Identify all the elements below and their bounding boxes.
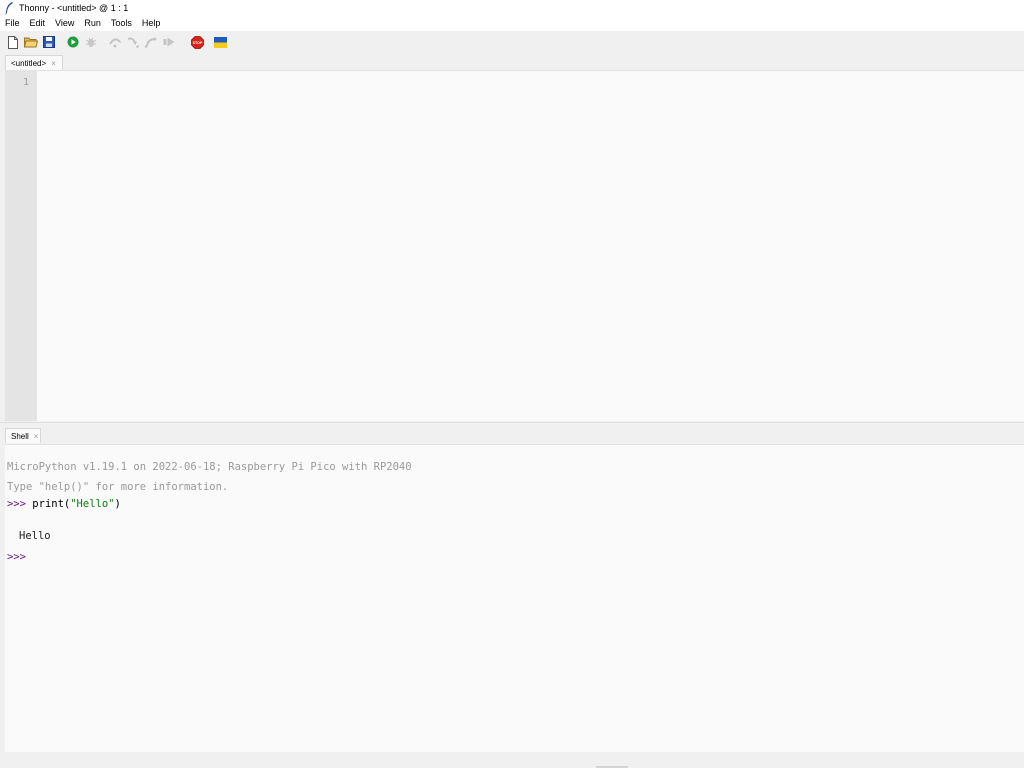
new-file-button[interactable] bbox=[5, 34, 21, 50]
shell-help-hint: Type "help()" for more information. bbox=[7, 481, 229, 493]
tab-label: Shell bbox=[11, 431, 29, 441]
status-bar bbox=[0, 752, 1024, 768]
menu-file[interactable]: File bbox=[0, 16, 25, 31]
thonny-logo-icon bbox=[5, 2, 13, 15]
support-ukraine-button[interactable] bbox=[212, 34, 228, 50]
shell-input-prompt[interactable]: >>> bbox=[7, 551, 26, 563]
close-icon[interactable]: × bbox=[51, 59, 56, 68]
resume-icon bbox=[163, 37, 175, 47]
open-file-icon bbox=[24, 37, 38, 48]
toolbar: STOP bbox=[0, 31, 1024, 53]
new-file-icon bbox=[8, 35, 18, 49]
run-icon bbox=[67, 36, 79, 48]
shell-tab-bar: Shell × bbox=[0, 422, 1024, 444]
menu-view[interactable]: View bbox=[50, 16, 79, 31]
stop-icon: STOP bbox=[190, 35, 204, 49]
stop-icon-text: STOP bbox=[192, 41, 202, 45]
editor-tab-bar: <untitled> × bbox=[0, 53, 1024, 70]
step-out-icon bbox=[144, 37, 157, 48]
shell-banner: MicroPython v1.19.1 on 2022-06-18; Raspb… bbox=[7, 461, 412, 473]
run-button[interactable] bbox=[65, 34, 81, 50]
close-icon[interactable]: × bbox=[34, 432, 39, 441]
save-file-icon bbox=[43, 36, 55, 48]
menu-run[interactable]: Run bbox=[79, 16, 106, 31]
window-title: Thonny - <untitled> @ 1 : 1 bbox=[19, 3, 129, 13]
step-into-icon bbox=[127, 37, 139, 48]
menu-tools[interactable]: Tools bbox=[106, 16, 137, 31]
shell-command-suffix: ) bbox=[114, 498, 121, 510]
resume-button[interactable] bbox=[161, 34, 177, 50]
step-out-button[interactable] bbox=[143, 34, 159, 50]
tab-untitled[interactable]: <untitled> × bbox=[5, 55, 63, 70]
title-bar: Thonny - <untitled> @ 1 : 1 bbox=[0, 0, 1024, 16]
line-number-gutter: 1 bbox=[5, 71, 37, 421]
tab-label: <untitled> bbox=[11, 58, 47, 68]
stop-button[interactable]: STOP bbox=[189, 34, 205, 50]
shell-output: Hello bbox=[19, 530, 51, 542]
menu-edit[interactable]: Edit bbox=[25, 16, 51, 31]
open-file-button[interactable] bbox=[23, 34, 39, 50]
step-over-button[interactable] bbox=[107, 34, 123, 50]
shell-command-line: >>> print("Hello") bbox=[7, 498, 121, 510]
debug-button[interactable] bbox=[83, 34, 99, 50]
code-editor[interactable]: 1 bbox=[5, 70, 1024, 421]
menu-help[interactable]: Help bbox=[137, 16, 166, 31]
shell-prompt: >>> bbox=[7, 498, 26, 510]
shell-command-string: "Hello" bbox=[70, 498, 115, 510]
ukraine-flag-icon bbox=[213, 36, 227, 48]
line-number: 1 bbox=[22, 77, 29, 88]
debug-icon bbox=[85, 37, 97, 47]
save-file-button[interactable] bbox=[41, 34, 57, 50]
shell-console[interactable]: MicroPython v1.19.1 on 2022-06-18; Raspb… bbox=[5, 444, 1024, 752]
step-into-button[interactable] bbox=[125, 34, 141, 50]
shell-command-prefix: print( bbox=[32, 498, 71, 510]
code-text-area[interactable] bbox=[37, 71, 1024, 421]
tab-shell[interactable]: Shell × bbox=[5, 428, 41, 443]
step-over-icon bbox=[109, 38, 121, 48]
menu-bar: File Edit View Run Tools Help bbox=[0, 16, 1024, 31]
